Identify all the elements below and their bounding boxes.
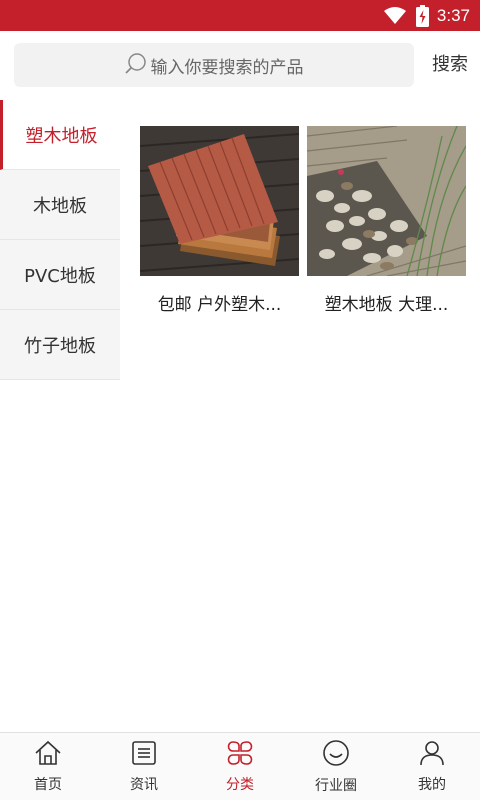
tab-label: 首页 <box>34 776 62 793</box>
tab-profile[interactable]: 我的 <box>384 733 480 800</box>
product-image[interactable] <box>140 126 299 276</box>
tab-label: 资讯 <box>130 776 158 793</box>
bottom-tab-bar: 首页 资讯 分类 行业圈 我的 <box>0 732 480 800</box>
sidebar-item-pvc-flooring[interactable]: PVC地板 <box>0 240 120 310</box>
category-sidebar: 塑木地板 木地板 PVC地板 竹子地板 <box>0 100 120 380</box>
category-icon <box>225 740 255 770</box>
sidebar-item-label: 木地板 <box>33 195 87 217</box>
sidebar-item-wood-flooring[interactable]: 木地板 <box>0 170 120 240</box>
profile-icon <box>419 740 445 770</box>
home-icon <box>34 740 62 770</box>
status-time: 3:37 <box>436 5 470 25</box>
product-card[interactable]: 塑木地板 大理... <box>307 126 466 315</box>
sidebar-item-label: 塑木地板 <box>25 125 98 147</box>
news-icon <box>131 740 157 770</box>
wifi-icon <box>383 6 406 25</box>
search-icon <box>124 52 147 78</box>
sidebar-item-wpc-flooring[interactable]: 塑木地板 <box>0 100 120 170</box>
product-title[interactable]: 塑木地板 大理... <box>307 290 466 315</box>
status-bar: 3:37 <box>0 0 480 31</box>
product-title[interactable]: 包邮 户外塑木... <box>140 290 299 315</box>
tab-community[interactable]: 行业圈 <box>288 733 384 800</box>
sidebar-item-label: 竹子地板 <box>24 335 96 357</box>
community-icon <box>322 739 350 771</box>
sidebar-item-label: PVC地板 <box>24 265 96 287</box>
search-input[interactable]: 输入你要搜索的产品 <box>14 43 414 87</box>
tab-label: 我的 <box>418 776 446 793</box>
tab-news[interactable]: 资讯 <box>96 733 192 800</box>
tab-home[interactable]: 首页 <box>0 733 96 800</box>
search-button[interactable]: 搜索 <box>432 43 468 87</box>
tab-label: 分类 <box>226 776 254 793</box>
search-bar: 输入你要搜索的产品 搜索 <box>0 31 480 97</box>
product-image[interactable] <box>307 126 466 276</box>
search-placeholder: 输入你要搜索的产品 <box>150 57 304 78</box>
tab-category[interactable]: 分类 <box>192 733 288 800</box>
sidebar-item-bamboo-flooring[interactable]: 竹子地板 <box>0 310 120 380</box>
product-card[interactable]: 包邮 户外塑木... <box>140 126 299 315</box>
battery-charging-icon <box>415 4 429 27</box>
tab-label: 行业圈 <box>315 777 357 794</box>
